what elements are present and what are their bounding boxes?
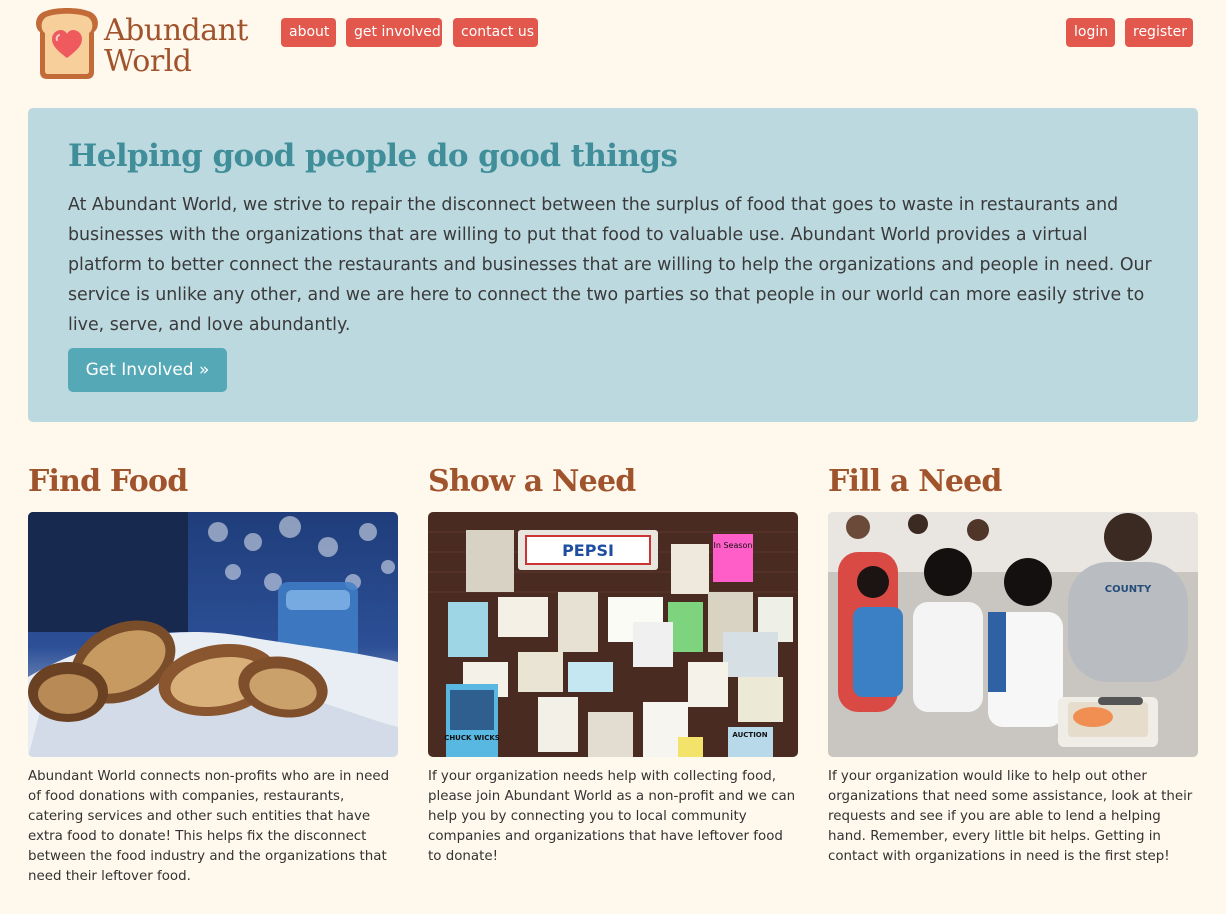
find-food-section: Find Food Abundant World connects non-pr… <box>28 460 398 887</box>
auction-flyer-text: AUCTION <box>732 731 767 739</box>
hero-description: At Abundant World, we strive to repair t… <box>68 195 1152 335</box>
show-a-need-heading: Show a Need <box>428 464 636 499</box>
login-button[interactable]: login <box>1066 18 1115 47</box>
brand-wordmark: Abundant World <box>104 15 248 77</box>
bread-heart-icon <box>36 8 98 79</box>
brand-line-1: Abundant <box>104 13 248 48</box>
get-involved-button[interactable]: Get Involved » <box>68 348 227 392</box>
fill-a-need-section: Fill a Need COUNTY If your organization … <box>828 460 1198 867</box>
register-button[interactable]: register <box>1125 18 1193 47</box>
brand-line-2: World <box>104 44 192 79</box>
show-a-need-section: Show a Need PEPSI In Season CHUCK WICKS … <box>428 460 798 867</box>
find-food-heading: Find Food <box>28 464 188 499</box>
fill-a-need-heading: Fill a Need <box>828 464 1002 499</box>
chuck-wicks-flyer-text: CHUCK WICKS <box>444 734 500 742</box>
nav-about-button[interactable]: about <box>281 18 336 47</box>
in-season-flyer-text: In Season <box>713 541 752 550</box>
nav-get-involved-button[interactable]: get involved <box>346 18 442 47</box>
volunteer-shirt-text: COUNTY <box>1105 584 1152 595</box>
show-a-need-description: If your organization needs help with col… <box>428 769 796 864</box>
site-header: Abundant World about get involved contac… <box>0 0 1226 90</box>
pepsi-sign-text: PEPSI <box>562 541 614 560</box>
hero-panel: Helping good people do good things At Ab… <box>28 108 1198 422</box>
bulletin-board-photo: PEPSI In Season CHUCK WICKS AUCTION <box>428 512 798 757</box>
volunteers-serving-photo: COUNTY <box>828 512 1198 757</box>
nav-contact-us-button[interactable]: contact us <box>453 18 538 47</box>
bread-basket-photo <box>28 512 398 757</box>
hero-title: Helping good people do good things <box>68 138 678 174</box>
find-food-description: Abundant World connects non-profits who … <box>28 769 390 884</box>
logo-link[interactable]: Abundant World <box>32 6 262 82</box>
fill-a-need-description: If your organization would like to help … <box>828 769 1193 864</box>
